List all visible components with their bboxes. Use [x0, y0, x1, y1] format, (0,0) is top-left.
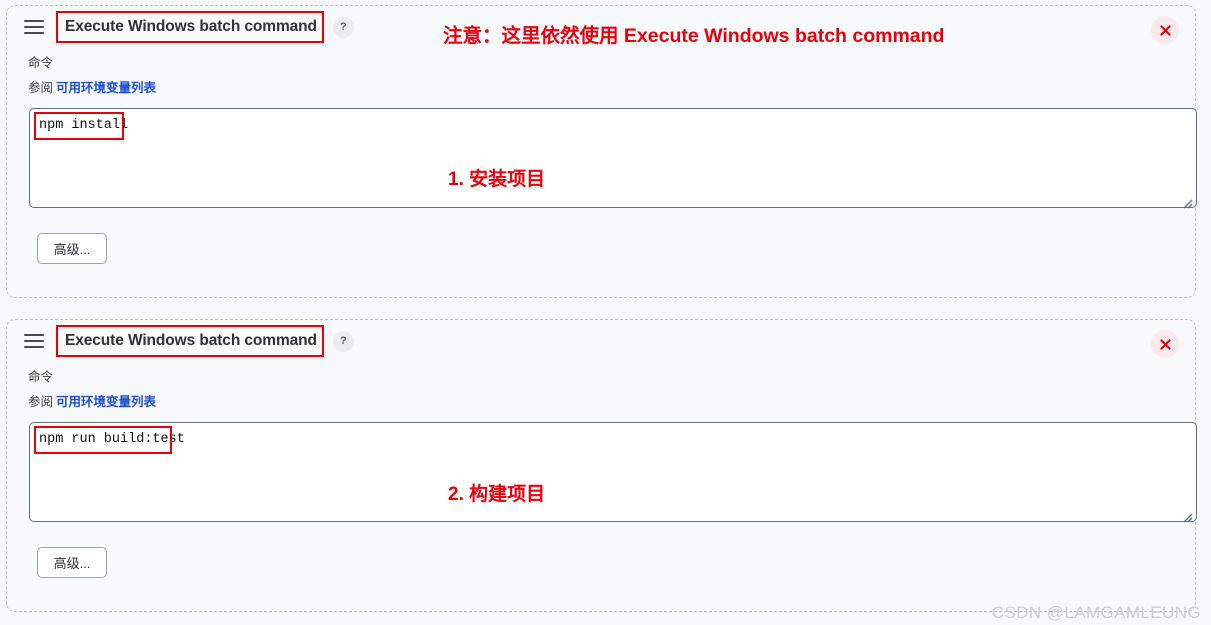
- help-icon[interactable]: ?: [332, 16, 354, 38]
- hamburger-icon[interactable]: [24, 334, 44, 348]
- close-icon: [1159, 338, 1171, 350]
- annotation-note: 注意：这里依然使用 Execute Windows batch command: [443, 25, 945, 47]
- help-icon[interactable]: ?: [332, 330, 354, 352]
- panel-header: Execute Windows batch command ?: [7, 320, 1195, 362]
- build-step-panel: Execute Windows batch command ? 命令 参阅 可用环…: [6, 319, 1197, 612]
- env-var-help-line: 参阅 可用环境变量列表: [7, 393, 1195, 411]
- env-var-help-line: 参阅 可用环境变量列表: [7, 79, 1195, 97]
- help-prefix: 参阅: [28, 395, 54, 409]
- advanced-button[interactable]: 高级...: [37, 233, 107, 264]
- command-input[interactable]: [29, 108, 1197, 208]
- command-field-label: 命令: [28, 370, 54, 384]
- builder-title: Execute Windows batch command: [65, 332, 317, 349]
- command-input-container: [29, 108, 1197, 213]
- builder-title: Execute Windows batch command: [65, 18, 317, 35]
- builder-title-container: Execute Windows batch command: [56, 11, 324, 43]
- close-button[interactable]: [1151, 16, 1179, 44]
- hamburger-icon[interactable]: [24, 20, 44, 34]
- annotation-step-2: 2. 构建项目: [448, 484, 546, 505]
- builder-title-container: Execute Windows batch command: [56, 325, 324, 357]
- command-input[interactable]: [29, 422, 1197, 522]
- build-step-panel: Execute Windows batch command ? 命令 参阅 可用环…: [6, 5, 1197, 298]
- watermark: CSDN @LAMGAMLEUNG: [991, 603, 1201, 622]
- env-var-list-link[interactable]: 可用环境变量列表: [56, 81, 156, 95]
- env-var-list-link[interactable]: 可用环境变量列表: [56, 395, 156, 409]
- close-icon: [1159, 24, 1171, 36]
- command-field-label: 命令: [28, 56, 54, 70]
- close-button[interactable]: [1151, 330, 1179, 358]
- command-input-container: [29, 422, 1197, 527]
- advanced-button[interactable]: 高级...: [37, 547, 107, 578]
- help-prefix: 参阅: [28, 81, 54, 95]
- annotation-step-1: 1. 安装项目: [448, 169, 546, 190]
